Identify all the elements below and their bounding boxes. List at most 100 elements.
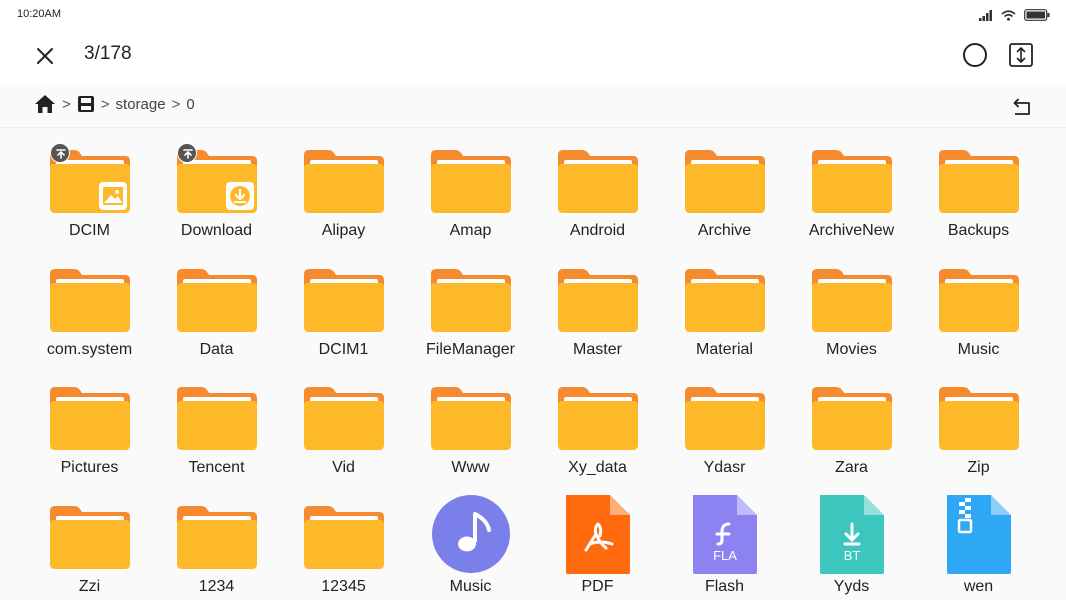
folder-item[interactable]: Alipay — [280, 138, 407, 257]
music-note-icon — [431, 494, 511, 574]
selection-toolbar: 3/178 — [0, 30, 1066, 82]
folder-icon — [938, 138, 1019, 218]
svg-text:FLA: FLA — [713, 548, 737, 563]
home-icon[interactable] — [34, 94, 56, 114]
status-icons — [979, 9, 1050, 21]
folder-icon — [684, 257, 765, 337]
signal-icon — [979, 9, 992, 21]
file-grid: DCIM Download Alipay Amap Android Archiv… — [26, 138, 1042, 600]
file-name: PDF — [581, 577, 614, 595]
breadcrumb-item-0[interactable]: 0 — [186, 96, 194, 113]
status-bar: 10:20AM — [0, 0, 1066, 30]
breadcrumb-item-storage[interactable]: storage — [116, 96, 166, 113]
file-item[interactable]: Music — [407, 494, 534, 600]
folder-item[interactable]: Pictures — [26, 375, 153, 494]
folder-icon — [938, 257, 1019, 337]
folder-icon — [176, 257, 257, 337]
file-name: Music — [957, 340, 1000, 358]
folder-item[interactable]: DCIM1 — [280, 257, 407, 376]
file-item[interactable]: BT Yyds — [788, 494, 915, 600]
file-name: Yyds — [833, 577, 870, 595]
folder-icon — [811, 257, 892, 337]
battery-icon — [1024, 9, 1050, 21]
zip-icon — [939, 494, 1019, 574]
file-name: ArchiveNew — [808, 222, 895, 239]
folder-item[interactable]: Android — [534, 138, 661, 257]
folder-item[interactable]: Music — [915, 257, 1042, 376]
folder-icon — [303, 375, 384, 455]
folder-item[interactable]: Data — [153, 257, 280, 376]
file-name: Data — [199, 340, 234, 358]
folder-item[interactable]: Material — [661, 257, 788, 376]
folder-icon — [303, 494, 384, 574]
folder-item[interactable]: com.system — [26, 257, 153, 376]
folder-icon — [303, 257, 384, 337]
selection-count: 3/178 — [84, 43, 132, 64]
folder-item[interactable]: Zip — [915, 375, 1042, 494]
folder-item[interactable]: Archive — [661, 138, 788, 257]
wifi-icon — [1001, 9, 1016, 21]
select-all-button[interactable] — [963, 43, 987, 67]
download-icon — [225, 182, 254, 210]
folder-item[interactable]: Amap — [407, 138, 534, 257]
folder-item[interactable]: Movies — [788, 257, 915, 376]
file-name: Android — [569, 222, 626, 239]
file-name: Zip — [967, 459, 990, 476]
file-name: 1234 — [198, 577, 235, 595]
folder-icon — [430, 138, 511, 218]
folder-icon — [811, 138, 892, 218]
back-button[interactable] — [1010, 95, 1032, 117]
file-name: com.system — [46, 340, 133, 358]
file-name: Vid — [332, 459, 355, 476]
file-name: Tencent — [188, 459, 245, 476]
file-name: Download — [180, 222, 253, 239]
storage-icon[interactable] — [77, 95, 95, 113]
torrent-icon: BT — [812, 494, 892, 574]
breadcrumb-separator: > — [62, 95, 71, 113]
folder-item[interactable]: Ydasr — [661, 375, 788, 494]
close-button[interactable] — [34, 45, 56, 67]
folder-item[interactable]: Www — [407, 375, 534, 494]
folder-icon — [49, 138, 130, 218]
file-name: Movies — [826, 340, 877, 358]
breadcrumb-separator: > — [171, 95, 181, 113]
file-item[interactable]: PDF — [534, 494, 661, 600]
folder-item[interactable]: DCIM — [26, 138, 153, 257]
file-name: Zzi — [78, 577, 101, 595]
folder-icon — [49, 494, 130, 574]
folder-icon — [49, 375, 130, 455]
pinned-icon — [49, 143, 70, 163]
folder-icon — [176, 494, 257, 574]
file-name: Archive — [697, 222, 752, 239]
status-time: 10:20AM — [17, 8, 62, 20]
folder-item[interactable]: Vid — [280, 375, 407, 494]
folder-icon — [430, 375, 511, 455]
folder-item[interactable]: ArchiveNew — [788, 138, 915, 257]
folder-item[interactable]: 1234 — [153, 494, 280, 600]
file-name: Xy_data — [568, 459, 627, 476]
folder-item[interactable]: Backups — [915, 138, 1042, 257]
sort-button[interactable] — [1008, 42, 1034, 68]
folder-icon — [684, 375, 765, 455]
file-item[interactable]: wen — [915, 494, 1042, 600]
folder-icon — [176, 375, 257, 455]
folder-item[interactable]: 12345 — [280, 494, 407, 600]
folder-item[interactable]: FileManager — [407, 257, 534, 376]
folder-icon — [303, 138, 384, 218]
folder-item[interactable]: Tencent — [153, 375, 280, 494]
breadcrumb: > > storage > 0 — [34, 94, 195, 114]
file-name: wen — [963, 577, 994, 595]
folder-item[interactable]: Xy_data — [534, 375, 661, 494]
file-name: Flash — [704, 577, 745, 595]
file-item[interactable]: FLA Flash — [661, 494, 788, 600]
file-name: Amap — [449, 222, 492, 239]
file-name: Alipay — [321, 222, 366, 239]
folder-item[interactable]: Zara — [788, 375, 915, 494]
folder-icon — [430, 257, 511, 337]
folder-item[interactable]: Zzi — [26, 494, 153, 600]
folder-item[interactable]: Master — [534, 257, 661, 376]
file-name: DCIM — [69, 222, 110, 239]
back-arrow-icon — [1013, 98, 1030, 115]
folder-item[interactable]: Download — [153, 138, 280, 257]
folder-icon — [684, 138, 765, 218]
